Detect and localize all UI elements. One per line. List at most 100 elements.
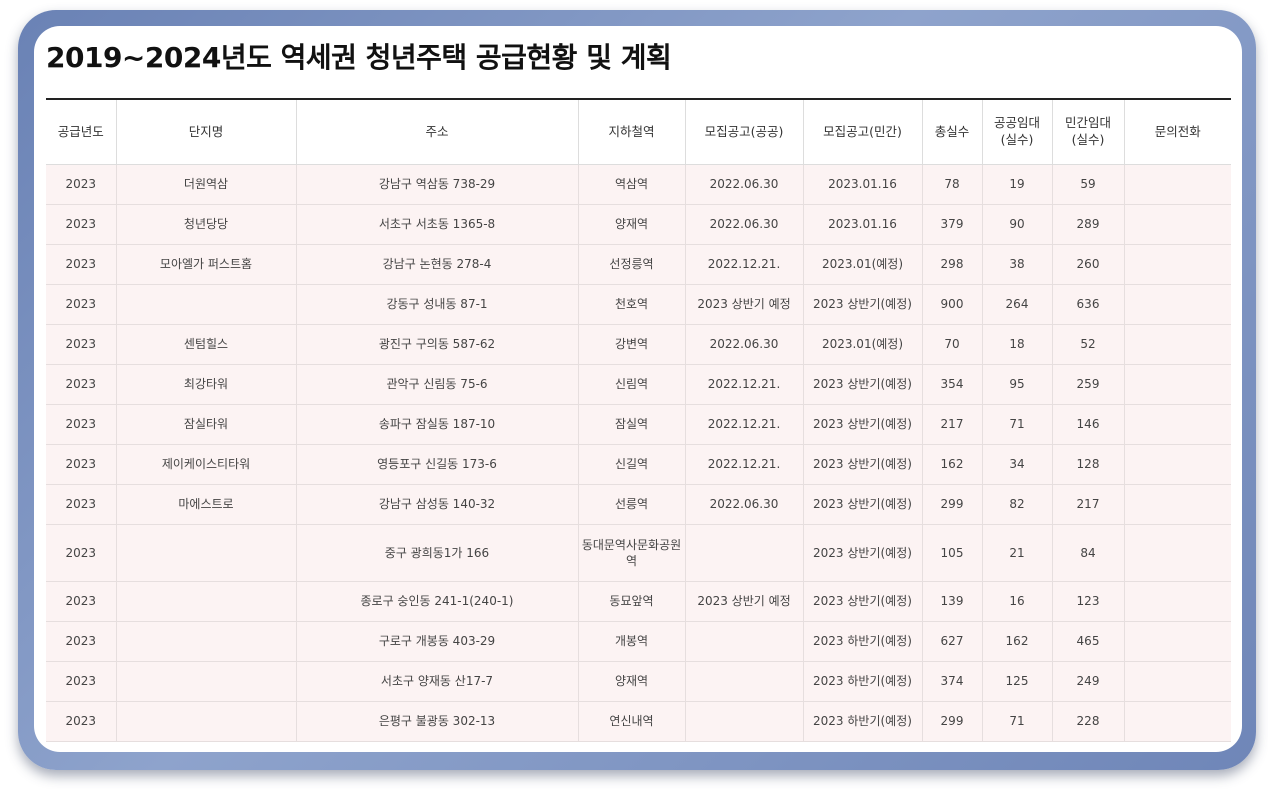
table-cell: 105	[921, 524, 983, 582]
table-row: 2023 제이케이스티타워 영등포구 신길동 173-6 신길역 2022.12.21.…	[46, 444, 1231, 485]
table-cell: 센텀힐스	[115, 324, 297, 365]
table-cell: 마에스트로	[115, 484, 297, 525]
table-cell: 2023 상반기(예정)	[802, 284, 923, 325]
table-cell: 송파구 잠실동 187-10	[295, 404, 579, 445]
table-cell: 2022.12.21.	[684, 244, 804, 285]
column-header: 지하철역	[577, 99, 686, 165]
table-cell	[1123, 284, 1231, 325]
table-cell: 162	[921, 444, 983, 485]
table-cell: 82	[981, 484, 1053, 525]
table-cell: 374	[921, 661, 983, 702]
table-row: 2023 더원역삼 강남구 역삼동 738-29 역삼역 2022.06.30 2023.…	[46, 164, 1231, 205]
table-cell: 16	[981, 581, 1053, 622]
table-cell: 228	[1051, 701, 1125, 742]
table-cell: 2023 상반기(예정)	[802, 524, 923, 582]
table-cell: 2023	[46, 524, 117, 582]
table-cell: 2023	[46, 621, 117, 662]
table-cell: 잠실타워	[115, 404, 297, 445]
column-header: 총실수	[921, 99, 983, 165]
table-cell: 38	[981, 244, 1053, 285]
column-header: 공공임대 (실수)	[981, 99, 1053, 165]
table-cell: 249	[1051, 661, 1125, 702]
table-cell	[1123, 324, 1231, 365]
table-cell	[1123, 204, 1231, 245]
table-cell	[1123, 404, 1231, 445]
table-cell: 양재역	[577, 204, 686, 245]
column-header: 단지명	[115, 99, 297, 165]
table-cell: 260	[1051, 244, 1125, 285]
table-cell: 제이케이스티타워	[115, 444, 297, 485]
table-row: 2023 종로구 숭인동 241-1(240-1) 동묘앞역 2023 상반기 예정 2…	[46, 581, 1231, 622]
table-cell: 잠실역	[577, 404, 686, 445]
table-cell: 128	[1051, 444, 1125, 485]
table-cell: 2023	[46, 581, 117, 622]
table-cell	[1123, 524, 1231, 582]
table-cell: 2023	[46, 444, 117, 485]
table-cell: 162	[981, 621, 1053, 662]
table-row: 2023 모아엘가 퍼스트홈 강남구 논현동 278-4 선정릉역 2022.12.21…	[46, 244, 1231, 285]
table-cell: 125	[981, 661, 1053, 702]
table-body: 2023 더원역삼 강남구 역삼동 738-29 역삼역 2022.06.30 2023.…	[46, 164, 1231, 742]
table-row: 2023 최강타워 관악구 신림동 75-6 신림역 2022.12.21. 2023 상…	[46, 364, 1231, 405]
table-cell: 2022.06.30	[684, 324, 804, 365]
table-row: 2023 센텀힐스 광진구 구의동 587-62 강변역 2022.06.30 2023.…	[46, 324, 1231, 365]
table-cell: 2022.12.21.	[684, 444, 804, 485]
column-header: 문의전화	[1123, 99, 1231, 165]
table-cell: 동대문역사문화공원역	[577, 524, 686, 582]
table-cell: 19	[981, 164, 1053, 205]
table-cell: 2023	[46, 164, 117, 205]
column-header: 모집공고(공공)	[684, 99, 804, 165]
table-cell: 천호역	[577, 284, 686, 325]
table-cell: 2023 상반기(예정)	[802, 364, 923, 405]
table-cell: 강남구 삼성동 140-32	[295, 484, 579, 525]
table-cell: 서초구 양재동 산17-7	[295, 661, 579, 702]
table-cell: 2023	[46, 661, 117, 702]
table-cell: 2023	[46, 204, 117, 245]
table-cell	[684, 701, 804, 742]
content-card: 2019~2024년도 역세권 청년주택 공급현황 및 계획 공급년도 단지명 …	[34, 26, 1242, 752]
table-cell: 2023 상반기(예정)	[802, 581, 923, 622]
table-cell: 84	[1051, 524, 1125, 582]
table-cell	[115, 621, 297, 662]
table-cell: 217	[921, 404, 983, 445]
table-cell: 34	[981, 444, 1053, 485]
table-cell: 광진구 구의동 587-62	[295, 324, 579, 365]
table-cell: 2023 상반기 예정	[684, 581, 804, 622]
table-cell: 중구 광희동1가 166	[295, 524, 579, 582]
table-cell: 2023 하반기(예정)	[802, 621, 923, 662]
table-cell: 18	[981, 324, 1053, 365]
table-cell: 71	[981, 701, 1053, 742]
table-cell: 은평구 불광동 302-13	[295, 701, 579, 742]
column-header: 주소	[295, 99, 579, 165]
table-cell: 2023	[46, 244, 117, 285]
table-cell	[684, 524, 804, 582]
table-row: 2023 마에스트로 강남구 삼성동 140-32 선릉역 2022.06.30 2023…	[46, 484, 1231, 525]
table-cell: 2023	[46, 324, 117, 365]
table-cell	[1123, 661, 1231, 702]
table-cell: 서초구 서초동 1365-8	[295, 204, 579, 245]
table-cell: 신림역	[577, 364, 686, 405]
table-cell: 종로구 숭인동 241-1(240-1)	[295, 581, 579, 622]
supply-table: 공급년도 단지명 주소 지하철역 모집공고(공공) 모집공고(민간) 총실수 공…	[46, 98, 1231, 742]
table-cell	[1123, 581, 1231, 622]
table-cell: 연신내역	[577, 701, 686, 742]
table-cell: 2022.06.30	[684, 164, 804, 205]
page-title: 2019~2024년도 역세권 청년주택 공급현황 및 계획	[46, 41, 672, 74]
table-cell: 289	[1051, 204, 1125, 245]
table-row: 2023 중구 광희동1가 166 동대문역사문화공원역 2023 상반기(예정) 10…	[46, 524, 1231, 582]
table-cell	[1123, 444, 1231, 485]
table-cell: 최강타워	[115, 364, 297, 405]
table-cell: 선릉역	[577, 484, 686, 525]
table-cell: 2023	[46, 484, 117, 525]
table-cell	[115, 524, 297, 582]
table-cell: 2022.12.21.	[684, 364, 804, 405]
table-cell: 298	[921, 244, 983, 285]
table-cell: 2023 하반기(예정)	[802, 661, 923, 702]
table-row: 2023 서초구 양재동 산17-7 양재역 2023 하반기(예정) 374 125 24…	[46, 661, 1231, 702]
table-cell: 양재역	[577, 661, 686, 702]
table-cell: 구로구 개봉동 403-29	[295, 621, 579, 662]
table-cell	[1123, 701, 1231, 742]
table-cell: 354	[921, 364, 983, 405]
table-cell: 2023	[46, 404, 117, 445]
table-cell: 78	[921, 164, 983, 205]
